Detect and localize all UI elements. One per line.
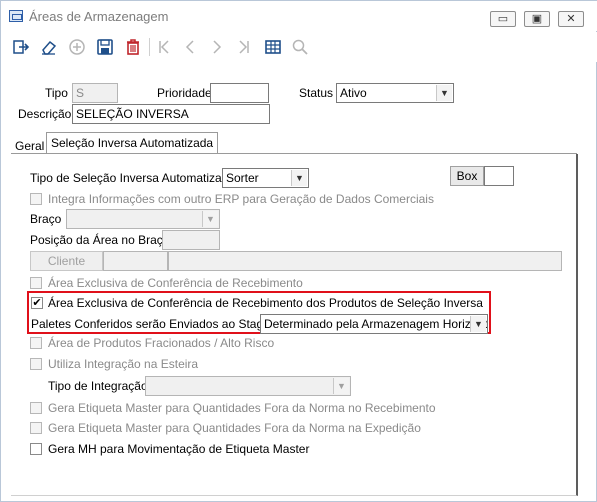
area-exclusiva-produtos-label: Área Exclusiva de Conferência de Recebim… (48, 296, 483, 310)
chevron-down-icon[interactable]: ▼ (291, 170, 307, 186)
paletes-label: Paletes Conferidos serão Enviados ao Sta… (31, 317, 284, 331)
tab-selecao-inversa[interactable]: Seleção Inversa Automatizada (46, 132, 219, 154)
status-label: Status (299, 86, 334, 100)
app-icon (9, 10, 23, 22)
add-icon[interactable] (65, 35, 89, 59)
etiqueta-recebimento-checkbox[interactable] (30, 402, 42, 414)
etiqueta-expedicao-checkbox[interactable] (30, 422, 42, 434)
eraser-icon[interactable] (37, 35, 61, 59)
etiqueta-expedicao-label: Gera Etiqueta Master para Quantidades Fo… (48, 421, 421, 435)
integra-erp-checkbox[interactable] (30, 193, 42, 205)
utiliza-esteira-label: Utiliza Integração na Esteira (48, 357, 199, 371)
chevron-down-icon[interactable]: ▼ (470, 316, 486, 332)
delete-icon[interactable] (121, 35, 145, 59)
cliente-button[interactable]: Cliente (30, 251, 103, 271)
tipo-integracao-label: Tipo de Integração (48, 379, 148, 393)
etiqueta-recebimento-label: Gera Etiqueta Master para Quantidades Fo… (48, 401, 436, 415)
restore-button[interactable]: ▣ (524, 11, 550, 27)
tipo-integracao-select[interactable]: ▼ (145, 376, 351, 396)
integra-erp-label: Integra Informações com outro ERP para G… (48, 192, 434, 206)
next-icon[interactable] (205, 35, 229, 59)
toolbar-separator (149, 38, 150, 56)
app-window: Áreas de Armazenagem ▭ ▣ ✕ Tipo S Priori… (0, 0, 597, 502)
braco-label: Braço (30, 212, 62, 226)
title-bar: Áreas de Armazenagem ▭ ▣ ✕ (1, 1, 597, 31)
area-exclusiva-checkbox[interactable] (30, 277, 42, 289)
window-title: Áreas de Armazenagem (29, 9, 169, 24)
chevron-down-icon[interactable]: ▼ (436, 85, 452, 101)
tipo-label: Tipo (45, 86, 68, 100)
status-select[interactable]: Ativo ▼ (336, 83, 454, 103)
exit-icon[interactable] (9, 35, 33, 59)
close-button[interactable]: ✕ (558, 11, 584, 27)
tipo-selecao-value: Sorter (226, 171, 259, 185)
save-icon[interactable] (93, 35, 117, 59)
previous-icon[interactable] (178, 35, 202, 59)
tipo-selecao-label: Tipo de Seleção Inversa Automatizada (30, 171, 236, 185)
paletes-select[interactable]: Determinado pela Armazenagem Horizontal … (260, 314, 488, 334)
tab-geral[interactable]: Geral (15, 139, 44, 153)
posicao-label: Posição da Área no Braço (30, 233, 170, 247)
status-value: Ativo (340, 86, 367, 100)
search-icon[interactable] (288, 35, 312, 59)
descricao-label: Descrição (18, 107, 72, 121)
box-field[interactable] (484, 166, 514, 186)
utiliza-esteira-checkbox[interactable] (30, 358, 42, 370)
grid-icon[interactable] (261, 35, 285, 59)
last-icon[interactable] (232, 35, 256, 59)
descricao-field[interactable]: SELEÇÃO INVERSA (72, 104, 270, 124)
toolbar (2, 32, 597, 62)
tipo-field[interactable]: S (72, 83, 118, 103)
area-fracionados-checkbox[interactable] (30, 337, 42, 349)
tipo-selecao-select[interactable]: Sorter ▼ (222, 168, 309, 188)
prioridade-label: Prioridade (157, 86, 212, 100)
chevron-down-icon[interactable]: ▼ (333, 378, 349, 394)
area-fracionados-label: Área de Produtos Fracionados / Alto Risc… (48, 336, 275, 350)
prioridade-field[interactable] (210, 83, 269, 103)
gera-mh-label: Gera MH para Movimentação de Etiqueta Ma… (48, 442, 310, 456)
first-icon[interactable] (152, 35, 176, 59)
area-exclusiva-produtos-checkbox[interactable]: ✔ (31, 297, 43, 309)
chevron-down-icon[interactable]: ▼ (202, 211, 218, 227)
paletes-value: Determinado pela Armazenagem Horizontal (264, 317, 488, 331)
cliente-name-field[interactable] (168, 251, 562, 271)
posicao-field[interactable] (162, 230, 220, 250)
braco-select[interactable]: ▼ (66, 209, 220, 229)
area-exclusiva-label: Área Exclusiva de Conferência de Recebim… (48, 276, 303, 290)
gera-mh-checkbox[interactable] (30, 443, 42, 455)
cliente-code-field[interactable] (103, 251, 168, 271)
minimize-button[interactable]: ▭ (490, 11, 516, 27)
box-button[interactable]: Box (450, 166, 484, 186)
